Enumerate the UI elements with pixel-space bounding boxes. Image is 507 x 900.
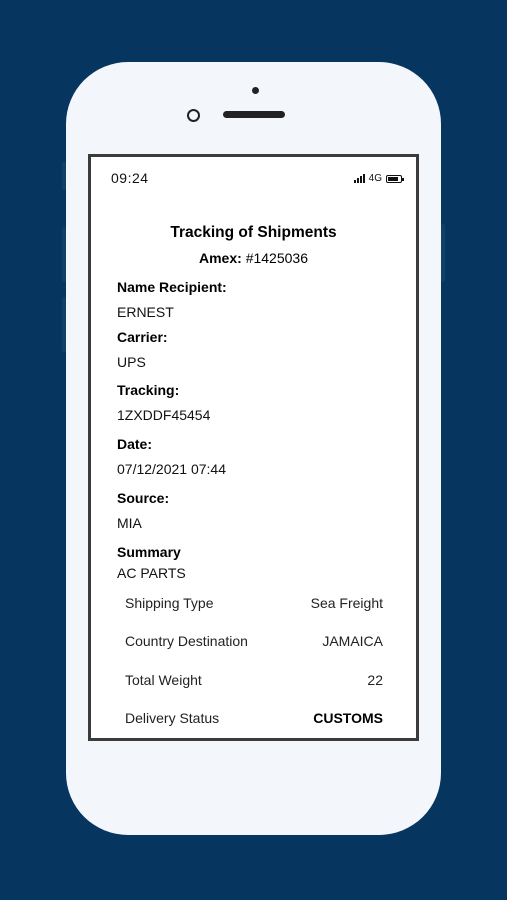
delivery-status-badge: CUSTOMS bbox=[313, 710, 383, 726]
phone-frame: 09:24 4G Tracking of Shipments Amex: #14… bbox=[62, 62, 445, 835]
status-bar: 09:24 4G bbox=[91, 157, 416, 197]
amex-line: Amex: #1425036 bbox=[91, 250, 416, 266]
carrier-value: UPS bbox=[117, 354, 146, 370]
phone-volume-up-button bbox=[62, 227, 66, 282]
tracking-value: 1ZXDDF45454 bbox=[117, 407, 211, 423]
phone-side-button bbox=[62, 162, 66, 190]
phone-camera bbox=[187, 109, 200, 122]
summary-value: AC PARTS bbox=[117, 565, 186, 581]
summary-row-key: Country Destination bbox=[125, 633, 248, 649]
summary-row-value: Sea Freight bbox=[310, 595, 383, 611]
summary-row-key: Total Weight bbox=[125, 672, 202, 688]
summary-label: Summary bbox=[117, 544, 181, 560]
summary-row-key: Shipping Type bbox=[125, 595, 214, 611]
carrier-label: Carrier: bbox=[117, 329, 168, 345]
phone-sensor bbox=[252, 87, 259, 94]
phone-volume-down-button bbox=[62, 297, 66, 352]
tracking-label: Tracking: bbox=[117, 382, 180, 398]
source-value: MIA bbox=[117, 515, 142, 531]
phone-screen: 09:24 4G Tracking of Shipments Amex: #14… bbox=[88, 154, 419, 741]
recipient-label: Name Recipient: bbox=[117, 279, 227, 295]
battery-icon bbox=[386, 174, 404, 183]
summary-row-value: JAMAICA bbox=[322, 633, 383, 649]
recipient-value: ERNEST bbox=[117, 304, 174, 320]
date-value: 07/12/2021 07:44 bbox=[117, 461, 226, 477]
date-label: Date: bbox=[117, 436, 153, 452]
network-type: 4G bbox=[368, 173, 382, 184]
source-label: Source: bbox=[117, 490, 170, 506]
summary-row-key: Delivery Status bbox=[125, 710, 220, 726]
phone-power-button bbox=[441, 224, 445, 282]
page-title: Tracking of Shipments bbox=[170, 224, 337, 241]
status-indicators: 4G bbox=[353, 173, 404, 184]
signal-icon bbox=[353, 174, 365, 183]
status-time: 09:24 bbox=[111, 170, 149, 186]
amex-label: Amex: bbox=[199, 250, 242, 266]
phone-speaker bbox=[223, 111, 285, 118]
summary-row-value: 22 bbox=[367, 672, 383, 688]
amex-value: #1425036 bbox=[245, 250, 308, 266]
